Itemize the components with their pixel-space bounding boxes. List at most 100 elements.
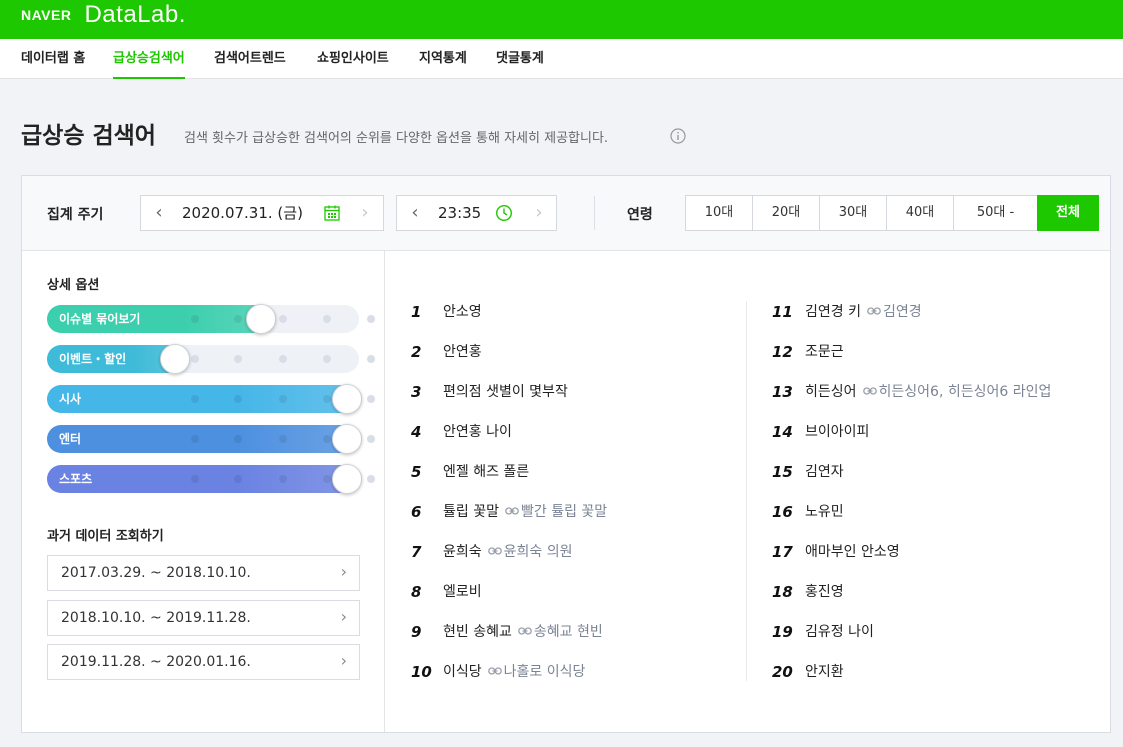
slider-knob[interactable]: [332, 424, 362, 454]
rank-keyword[interactable]: 김연자: [805, 464, 844, 480]
rank-keyword[interactable]: 이식당: [443, 664, 482, 680]
slider-step-dot[interactable]: [279, 435, 287, 443]
slider-knob[interactable]: [246, 304, 276, 334]
slider-label: 엔터: [59, 432, 82, 446]
slider-step-dot[interactable]: [234, 395, 242, 403]
related-keyword[interactable]: 김연경: [883, 304, 922, 320]
option-slider-4[interactable]: 엔터: [47, 424, 375, 454]
age-20s-button[interactable]: 20대: [752, 195, 820, 231]
rank-keyword-group: 이식당 나홀로 이식당: [443, 661, 585, 683]
slider-step-dot[interactable]: [367, 475, 375, 483]
rank-keyword[interactable]: 현빈 송혜교: [443, 624, 512, 640]
related-keyword[interactable]: 히든싱어6, 히든싱어6 라인업: [879, 384, 1052, 400]
nav-item-datalab-home[interactable]: 데이터랩 홈: [21, 39, 85, 79]
slider-knob[interactable]: [160, 344, 190, 374]
rank-keyword[interactable]: 안지환: [805, 664, 844, 680]
filter-divider: [594, 196, 595, 230]
logo[interactable]: NAVER DataLab.: [21, 0, 186, 30]
nav-item-comment-stats[interactable]: 댓글통계: [496, 39, 544, 79]
past-range-1[interactable]: 2017.03.29. ~ 2018.10.10. ›: [47, 555, 360, 591]
slider-step-dot[interactable]: [367, 395, 375, 403]
related-keyword[interactable]: 빨간 튤립 꽃말: [521, 504, 607, 520]
calendar-icon[interactable]: [323, 204, 341, 222]
option-slider-2[interactable]: 이벤트・할인: [47, 344, 375, 374]
slider-step-dot[interactable]: [191, 435, 199, 443]
slider-step-dot[interactable]: [323, 315, 331, 323]
date-next-button[interactable]: ›: [353, 196, 377, 230]
slider-step-dot[interactable]: [279, 355, 287, 363]
rank-keyword[interactable]: 엔젤 해즈 폴른: [443, 464, 529, 480]
clock-icon[interactable]: [495, 204, 513, 222]
rank-keyword[interactable]: 김연경 키: [805, 304, 861, 320]
rank-keyword[interactable]: 애마부인 안소영: [805, 544, 900, 560]
age-label: 연령: [627, 207, 653, 223]
rank-keyword-group: 김연자: [805, 461, 844, 483]
option-slider-3[interactable]: 시사: [47, 384, 375, 414]
past-range-3[interactable]: 2019.11.28. ~ 2020.01.16. ›: [47, 644, 360, 680]
nav-item-regional-stats[interactable]: 지역통계: [419, 39, 467, 79]
slider-step-dot[interactable]: [191, 355, 199, 363]
date-picker[interactable]: ‹ 2020.07.31. (금) ›: [140, 195, 384, 231]
rank-keyword[interactable]: 편의점 샛별이 몇부작: [443, 384, 568, 400]
date-prev-button[interactable]: ‹: [147, 196, 171, 230]
rank-number: 1: [411, 303, 422, 321]
slider-step-dot[interactable]: [323, 355, 331, 363]
rank-keyword[interactable]: 김유정 나이: [805, 624, 874, 640]
past-range-2[interactable]: 2018.10.10. ~ 2019.11.28. ›: [47, 600, 360, 636]
option-slider-5[interactable]: 스포츠: [47, 464, 375, 494]
slider-step-dot[interactable]: [234, 435, 242, 443]
slider-step-dot[interactable]: [191, 315, 199, 323]
slider-fill: [47, 385, 362, 413]
slider-step-dot[interactable]: [191, 395, 199, 403]
related-keyword[interactable]: 나홀로 이식당: [504, 664, 586, 680]
rank-keyword[interactable]: 튤립 꽃말: [443, 504, 499, 520]
rising-keywords-card: 집계 주기 ‹ 2020.07.31. (금) › ‹ 23:35 › 연령 1…: [21, 175, 1111, 733]
slider-knob[interactable]: [332, 384, 362, 414]
slider-step-dot[interactable]: [191, 475, 199, 483]
slider-step-dot[interactable]: [234, 475, 242, 483]
time-prev-button[interactable]: ‹: [403, 196, 427, 230]
link-icon: [487, 667, 502, 675]
option-slider-1[interactable]: 이슈별 묶어보기: [47, 304, 375, 334]
slider-step-dot[interactable]: [367, 315, 375, 323]
slider-step-dot[interactable]: [234, 355, 242, 363]
age-10s-button[interactable]: 10대: [685, 195, 753, 231]
rank-number: 5: [411, 463, 422, 481]
rank-keyword-group: 노유민: [805, 501, 844, 523]
rank-keyword-group: 애마부인 안소영: [805, 541, 900, 563]
age-30s-button[interactable]: 30대: [819, 195, 887, 231]
nav-item-shopping-insight[interactable]: 쇼핑인사이트: [317, 39, 389, 79]
rank-keyword[interactable]: 홍진영: [805, 584, 844, 600]
rank-keyword[interactable]: 노유민: [805, 504, 844, 520]
slider-step-dot[interactable]: [367, 435, 375, 443]
rank-keyword[interactable]: 안연홍: [443, 344, 482, 360]
rank-keyword[interactable]: 브이아이피: [805, 424, 869, 440]
rank-keyword[interactable]: 엘로비: [443, 584, 482, 600]
rank-keyword[interactable]: 안연홍 나이: [443, 424, 512, 440]
related-keyword[interactable]: 윤희숙 의원: [504, 544, 573, 560]
rank-keyword[interactable]: 윤희숙: [443, 544, 482, 560]
slider-knob[interactable]: [332, 464, 362, 494]
slider-step-dot[interactable]: [279, 475, 287, 483]
related-keyword[interactable]: 송혜교 현빈: [534, 624, 603, 640]
age-50s-button[interactable]: 50대 -: [953, 195, 1038, 231]
slider-step-dot[interactable]: [279, 395, 287, 403]
slider-step-dot[interactable]: [323, 475, 331, 483]
nav-item-rising-keywords[interactable]: 급상승검색어: [113, 39, 185, 79]
age-40s-button[interactable]: 40대: [886, 195, 954, 231]
slider-step-dot[interactable]: [234, 315, 242, 323]
rank-keyword[interactable]: 안소영: [443, 304, 482, 320]
slider-step-dot[interactable]: [279, 315, 287, 323]
nav-item-search-trend[interactable]: 검색어트렌드: [214, 39, 286, 79]
age-all-button[interactable]: 전체: [1037, 195, 1099, 231]
slider-step-dot[interactable]: [367, 355, 375, 363]
time-value: 23:35: [438, 204, 482, 222]
logo-naver: NAVER: [21, 7, 72, 23]
slider-step-dot[interactable]: [323, 435, 331, 443]
time-next-button[interactable]: ›: [527, 196, 551, 230]
info-icon[interactable]: [670, 128, 686, 144]
rank-keyword[interactable]: 조문근: [805, 344, 844, 360]
time-picker[interactable]: ‹ 23:35 ›: [396, 195, 557, 231]
rank-keyword[interactable]: 히든싱어: [805, 384, 857, 400]
slider-step-dot[interactable]: [323, 395, 331, 403]
